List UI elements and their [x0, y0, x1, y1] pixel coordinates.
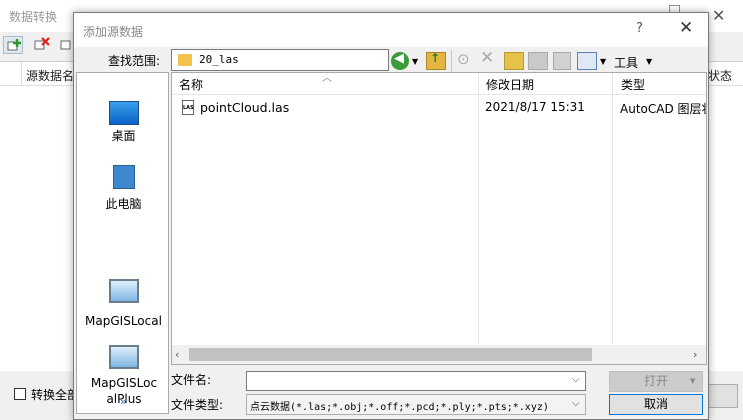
background-action-button[interactable]	[708, 384, 738, 408]
monitor-icon	[109, 345, 139, 369]
column-name[interactable]: 名称	[179, 76, 203, 93]
desktop-icon	[109, 101, 139, 125]
cancel-button[interactable]: 取消	[609, 394, 703, 415]
file-type: AutoCAD 图层状态	[620, 102, 706, 116]
places-more-chevron-icon[interactable]: »	[77, 395, 170, 408]
toolbar-separator	[451, 50, 452, 72]
column-source-name[interactable]: 源数据名	[26, 67, 74, 84]
network-drive-icon[interactable]	[528, 52, 548, 70]
lookin-value: 20_las	[199, 53, 239, 66]
background-window-title: 数据转换	[9, 10, 58, 24]
folder-icon	[178, 54, 192, 66]
new-folder-icon[interactable]	[504, 52, 524, 70]
open-button-label: 打开	[643, 374, 668, 388]
convert-all-label: 转换全部	[31, 388, 80, 402]
file-row[interactable]: LAS pointCloud.las 2021/8/17 15:31 AutoC…	[172, 97, 706, 119]
column-status[interactable]: 状态	[708, 67, 732, 84]
scroll-left-icon[interactable]: ‹	[175, 348, 179, 361]
search-icon[interactable]: ⊙	[457, 50, 475, 68]
tools-dropdown-icon[interactable]: ▼	[646, 57, 652, 66]
dialog-title: 添加源数据	[83, 25, 144, 39]
file-name: pointCloud.las	[200, 100, 290, 115]
column-type[interactable]: 类型	[621, 76, 645, 93]
convert-all-checkbox[interactable]	[14, 388, 26, 400]
open-dropdown-icon[interactable]: ▼	[690, 372, 695, 391]
monitor-icon	[109, 279, 139, 303]
filename-label: 文件名:	[171, 373, 212, 387]
place-label: 此电脑	[105, 197, 142, 211]
file-date: 2021/8/17 15:31	[485, 100, 585, 114]
filetype-label: 文件类型:	[171, 398, 224, 412]
lookin-combo[interactable]: 20_las	[171, 49, 389, 71]
up-folder-icon[interactable]: ↑	[426, 51, 446, 70]
sort-up-icon: ︿	[322, 73, 332, 84]
remove-data-icon[interactable]	[32, 36, 52, 54]
dialog-titlebar: 添加源数据 ? ✕	[74, 13, 708, 47]
computer-icon	[113, 165, 135, 189]
file-list-header: 名称 ︿ 修改日期 类型	[172, 73, 706, 95]
place-label: MapGISLocal	[85, 314, 162, 328]
back-arrow-icon[interactable]: ◀	[391, 51, 409, 70]
lookin-label: 查找范围:	[108, 54, 161, 68]
column-date[interactable]: 修改日期	[486, 76, 534, 93]
view-menu-icon[interactable]	[577, 52, 597, 70]
filetype-value: 点云数据(*.las;*.obj;*.off;*.pcd;*.ply;*.pts…	[250, 402, 549, 413]
add-data-icon[interactable]	[3, 36, 23, 54]
dialog-close-icon[interactable]: ✕	[679, 18, 693, 38]
scroll-thumb[interactable]	[189, 348, 592, 361]
scroll-right-icon[interactable]: ›	[693, 348, 697, 361]
filename-input[interactable]	[246, 371, 586, 391]
filetype-dropdown-icon[interactable]: ⌵	[572, 398, 580, 409]
las-file-icon: LAS	[182, 100, 194, 115]
column-divider	[21, 62, 22, 86]
add-source-dialog: 添加源数据 ? ✕ 查找范围: 20_las ◀ ▼ ↑ ⊙ ✕ ▼ 工具 ▼ …	[73, 12, 709, 420]
horizontal-scrollbar[interactable]: ‹ ›	[172, 345, 706, 364]
file-list: 名称 ︿ 修改日期 类型 LAS pointCloud.las 2021/8/1…	[171, 72, 707, 365]
help-icon[interactable]: ?	[636, 21, 643, 36]
open-button[interactable]: 打开 ▼	[609, 371, 703, 392]
properties-icon[interactable]	[553, 52, 571, 70]
place-label: 桌面	[111, 129, 136, 143]
filename-dropdown-icon[interactable]: ⌵	[572, 374, 580, 385]
places-bar: 桌面 此电脑 MapGISLocal MapGISLocalPlus »	[76, 72, 169, 414]
delete-icon[interactable]: ✕	[480, 48, 498, 68]
close-icon[interactable]: ✕	[712, 6, 725, 25]
filetype-select[interactable]: 点云数据(*.las;*.obj;*.off;*.pcd;*.ply;*.pts…	[246, 394, 586, 415]
tools-menu[interactable]: 工具	[614, 54, 638, 71]
